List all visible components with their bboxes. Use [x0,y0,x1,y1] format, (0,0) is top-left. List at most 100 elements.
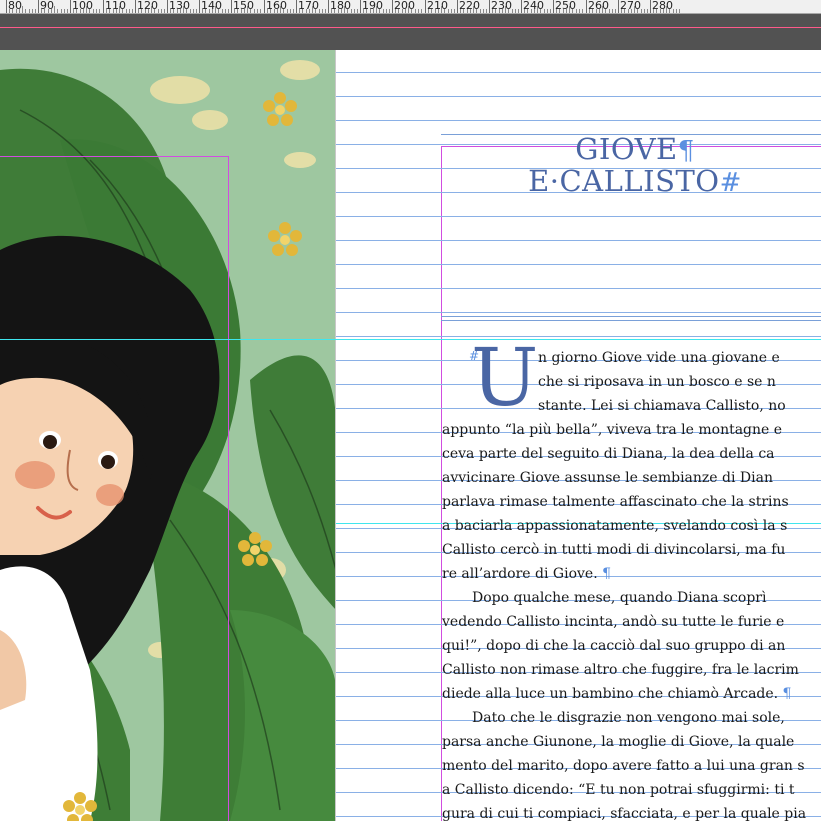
body-text-content: appunto “la più bella”, viveva tra le mo… [442,422,783,438]
ruler-minor-tick [460,9,461,13]
ruler-minor-tick [325,9,326,13]
body-text-line: mento del marito, dopo avere fatto a lui… [442,754,821,778]
ruler-major-tick [392,0,393,13]
ruler-minor-tick [80,9,81,13]
body-text-content: diede alla luce un bambino che chiamò Ar… [442,686,779,702]
horizontal-ruler[interactable]: 80 90 100 110 120 130 140 150 160 170 180 190 200 210… [0,0,821,14]
ruler-minor-tick [344,6,345,13]
ruler-minor-tick [186,9,187,13]
ruler-minor-tick [293,9,294,13]
illustration-image[interactable] [0,50,336,821]
ruler-major-tick [586,0,587,13]
baseline-grid-line [336,72,821,73]
ruler-minor-tick [73,9,74,13]
ruler-minor-tick [193,9,194,13]
ruler-minor-tick [663,9,664,13]
ruler-minor-tick [86,6,87,13]
ruler-minor-tick [544,9,545,13]
ruler-minor-tick [170,9,171,13]
body-text-content: vedendo Callisto incinta, andò su tutte … [442,614,785,630]
ruler-minor-tick [679,9,680,13]
ruler-minor-tick [312,6,313,13]
ruler-minor-tick [370,9,371,13]
body-text-line: a Callisto dicendo: “E tu non potrai sfu… [442,778,821,802]
ruler-minor-tick [22,6,23,13]
ruler-minor-tick [550,9,551,13]
body-text-content: a baciarla appassionatamente, svelando c… [442,518,788,534]
ruler-minor-tick [106,9,107,13]
ruler-minor-tick [132,9,133,13]
ruler-major-tick [553,0,554,13]
indesign-canvas[interactable]: 80 90 100 110 120 130 140 150 160 170 180 190 200 210… [0,0,821,821]
ruler-minor-tick [122,9,123,13]
ruler-minor-tick [202,9,203,13]
body-text-line: Dato che le disgrazie non vengono mai so… [442,706,821,730]
ruler-minor-tick [129,9,130,13]
body-text-line: Dopo qualche mese, quando Diana scoprì [442,586,821,610]
ruler-minor-tick [582,9,583,13]
ruler-major-tick [38,0,39,13]
ruler-minor-tick [451,9,452,13]
ruler-minor-tick [67,9,68,13]
ruler-major-tick [328,0,329,13]
ruler-minor-tick [569,6,570,13]
ruler-minor-tick [515,9,516,13]
ruler-minor-tick [408,6,409,13]
ruler-minor-tick [338,9,339,13]
ruler-minor-tick [99,9,100,13]
ruler-major-tick [264,0,265,13]
ruler-minor-tick [126,9,127,13]
ruler-minor-tick [164,9,165,13]
body-text-line: appunto “la più bella”, viveva tra le mo… [442,418,821,442]
ruler-minor-tick [205,9,206,13]
body-text-frame[interactable]: n giorno Giove vide una giovane e che si … [442,346,821,821]
ruler-major-tick [167,0,168,13]
body-text-line: qui!”, dopo di che la cacciò dal suo gru… [442,634,821,658]
ruler-minor-tick [89,9,90,13]
ruler-guide[interactable] [0,339,821,340]
body-text-content: che si riposava in un bosco e se n [538,374,776,390]
baseline-grid-line [336,96,821,97]
spread-spine [335,50,336,821]
baseline-grid-line [336,240,821,241]
ruler-minor-tick [277,9,278,13]
ruler-minor-tick [32,9,33,13]
ruler-minor-tick [644,9,645,13]
ruler-minor-tick [41,9,42,13]
ruler-minor-tick [379,9,380,13]
ruler-minor-tick [270,9,271,13]
ruler-minor-tick [676,9,677,13]
ruler-minor-tick [428,9,429,13]
body-text-line: Callisto non rimase altro che fuggire, f… [442,658,821,682]
ruler-minor-tick [499,9,500,13]
ruler-minor-tick [596,9,597,13]
ruler-minor-tick [628,9,629,13]
ruler-minor-tick [418,9,419,13]
ruler-major-tick [70,0,71,13]
ruler-minor-tick [602,6,603,13]
ruler-minor-tick [48,9,49,13]
ruler-major-tick [135,0,136,13]
ruler-minor-tick [448,9,449,13]
ruler-major-tick [199,0,200,13]
ruler-minor-tick [383,9,384,13]
ruler-minor-tick [228,9,229,13]
ruler-minor-tick [250,9,251,13]
ruler-minor-tick [660,9,661,13]
page-spread[interactable]: GIOVE¶ E·CALLISTO# # U n giorno Giove vi… [0,50,821,821]
ruler-major-tick [618,0,619,13]
baseline-grid-line [336,336,821,337]
ruler-minor-tick [315,9,316,13]
body-text-content: re all’ardore di Giove. [442,566,598,582]
ruler-minor-tick [656,9,657,13]
ruler-minor-tick [267,9,268,13]
ruler-minor-tick [51,9,52,13]
ruler-minor-tick [444,9,445,13]
page-title[interactable]: GIOVE¶ E·CALLISTO# [470,134,800,198]
bleed-guide [0,27,821,28]
body-text-content: a Callisto dicendo: “E tu non potrai sfu… [442,782,795,798]
pilcrow-mark: ¶ [597,566,612,582]
ruler-major-tick [360,0,361,13]
ruler-minor-tick [209,9,210,13]
ruler-minor-tick [196,9,197,13]
